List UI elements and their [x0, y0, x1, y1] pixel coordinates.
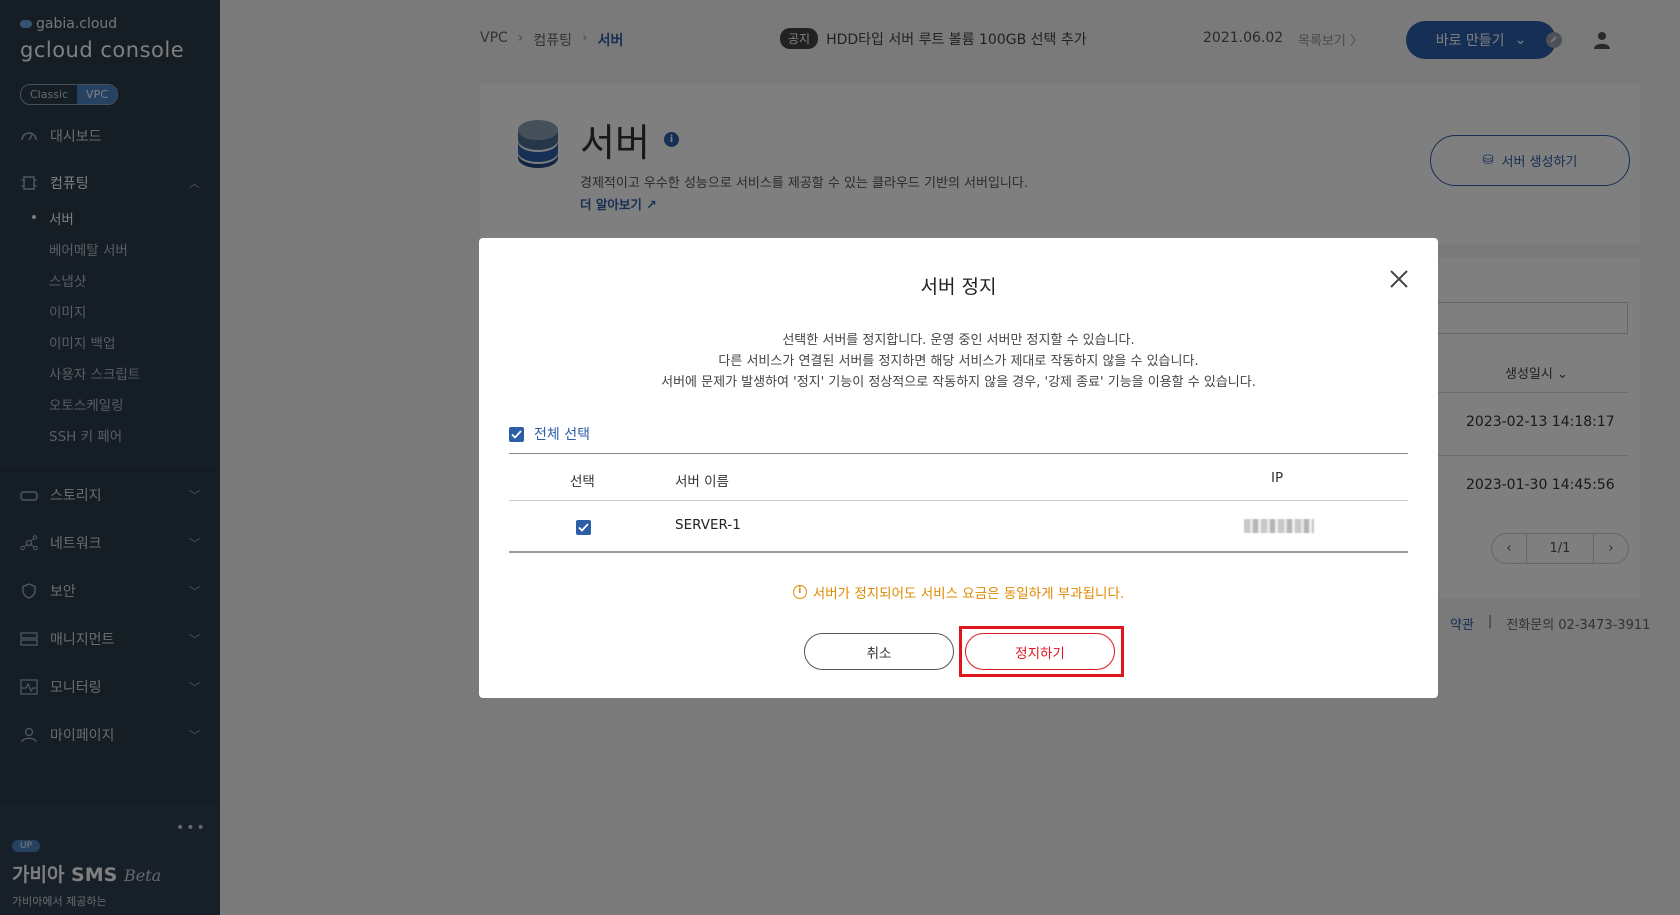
cancel-button[interactable]: 취소 [804, 633, 954, 670]
modal-description: 선택한 서버를 정지합니다. 운영 중인 서버만 정지할 수 있습니다. 다른 … [479, 330, 1438, 393]
column-ip: IP [1271, 470, 1284, 486]
modal-title: 서버 정지 [920, 276, 997, 298]
column-select: 선택 [570, 474, 595, 490]
modal-desc-line-1: 선택한 서버를 정지합니다. 운영 중인 서버만 정지할 수 있습니다. [782, 333, 1135, 348]
modal-desc-line-2: 다른 서비스가 연결된 서버를 정지하면 해당 서비스가 제대로 작동하지 않을… [718, 354, 1199, 369]
ip-redacted [1244, 519, 1314, 533]
warning-text: 서버가 정지되어도 서비스 요금은 동일하게 부과됩니다. [812, 586, 1125, 602]
checkbox-checked-icon [509, 426, 524, 442]
table-header-border [509, 500, 1408, 501]
select-all-checkbox[interactable]: 전체 선택 [509, 424, 590, 444]
stop-server-button[interactable]: 정지하기 [965, 633, 1115, 670]
column-server-name: 서버 이름 [675, 474, 729, 490]
row-checkbox[interactable] [576, 520, 591, 535]
modal-desc-line-3: 서버에 문제가 발생하여 '정지' 기능이 정상적으로 작동하지 않을 경우, … [661, 375, 1256, 390]
server-name-cell: SERVER-1 [675, 517, 741, 533]
table-top-border [509, 453, 1408, 454]
warning-icon: i [792, 585, 807, 599]
table-bottom-border [509, 551, 1408, 553]
select-all-label: 전체 선택 [534, 427, 590, 443]
close-icon[interactable] [1388, 268, 1410, 290]
warning-message: i 서버가 정지되어도 서비스 요금은 동일하게 부과됩니다. [479, 582, 1438, 602]
stop-server-modal: 서버 정지 선택한 서버를 정지합니다. 운영 중인 서버만 정지할 수 있습니… [479, 238, 1438, 698]
